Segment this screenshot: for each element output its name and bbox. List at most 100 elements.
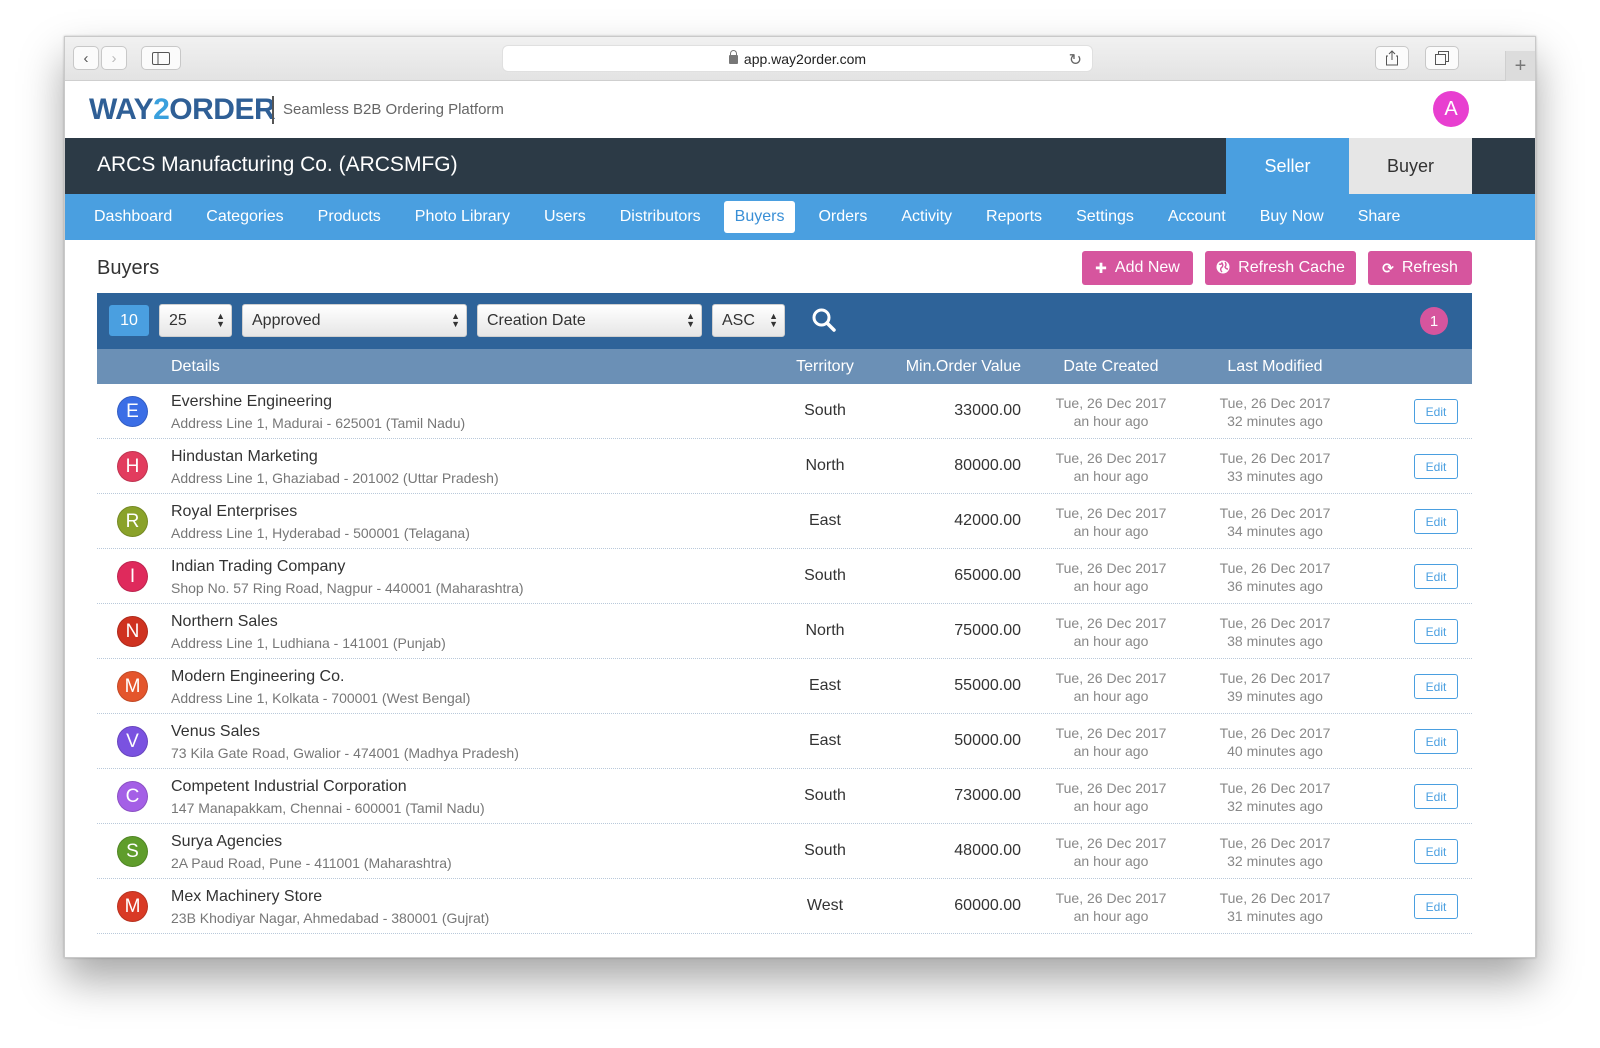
- per-page-select[interactable]: 25 ▲ ▼: [159, 304, 232, 337]
- last-modified-date: Tue, 26 Dec 2017: [1219, 670, 1331, 686]
- date-created-relative: an hour ago: [1073, 798, 1149, 814]
- buyer-min-order-value: 65000.00: [954, 567, 1021, 584]
- chevron-right-icon: ›: [111, 49, 117, 67]
- back-button[interactable]: ‹: [73, 46, 99, 70]
- edit-button[interactable]: Edit: [1414, 729, 1458, 754]
- date-created-date: Tue, 26 Dec 2017: [1055, 560, 1167, 576]
- column-header-min-order-value[interactable]: Min.Order Value: [897, 358, 1021, 376]
- buyer-name[interactable]: Modern Engineering Co.: [171, 668, 344, 686]
- sort-by-select[interactable]: Creation Date ▲ ▼: [477, 304, 702, 337]
- nav-item-dashboard[interactable]: Dashboard: [83, 201, 183, 233]
- date-created-relative: an hour ago: [1073, 633, 1149, 649]
- company-name: ARCS Manufacturing Co. (ARCSMFG): [97, 153, 458, 176]
- edit-button[interactable]: Edit: [1414, 674, 1458, 699]
- last-modified: Tue, 26 Dec 2017 32 minutes ago: [1205, 834, 1345, 870]
- buyer-address: Address Line 1, Ghaziabad - 201002 (Utta…: [171, 470, 499, 486]
- nav-item-buyers[interactable]: Buyers: [723, 201, 796, 233]
- date-created: Tue, 26 Dec 2017 an hour ago: [1041, 779, 1181, 815]
- last-modified-date: Tue, 26 Dec 2017: [1219, 450, 1331, 466]
- chevron-left-icon: ‹: [83, 49, 89, 67]
- date-created-date: Tue, 26 Dec 2017: [1055, 450, 1167, 466]
- nav-item-buy-now[interactable]: Buy Now: [1249, 201, 1335, 233]
- buyer-tab[interactable]: Buyer: [1349, 138, 1472, 194]
- edit-button[interactable]: Edit: [1414, 399, 1458, 424]
- edit-button[interactable]: Edit: [1414, 454, 1458, 479]
- status-select[interactable]: Approved ▲ ▼: [242, 304, 467, 337]
- buyer-name[interactable]: Indian Trading Company: [171, 558, 345, 576]
- edit-button[interactable]: Edit: [1414, 619, 1458, 644]
- edit-button[interactable]: Edit: [1414, 784, 1458, 809]
- buyer-name[interactable]: Northern Sales: [171, 613, 278, 631]
- tabs-button[interactable]: [1425, 46, 1459, 70]
- refresh-button[interactable]: ⟳ Refresh: [1368, 251, 1472, 285]
- buyer-name[interactable]: Hindustan Marketing: [171, 448, 318, 466]
- buyer-address: 147 Manapakkam, Chennai - 600001 (Tamil …: [171, 800, 485, 816]
- date-created-date: Tue, 26 Dec 2017: [1055, 670, 1167, 686]
- plus-icon: +: [1514, 54, 1527, 77]
- way2order-logo[interactable]: WAY2ORDER: [89, 93, 276, 127]
- buyer-address: Address Line 1, Madurai - 625001 (Tamil …: [171, 415, 466, 431]
- user-avatar[interactable]: A: [1433, 91, 1469, 127]
- last-modified-date: Tue, 26 Dec 2017: [1219, 615, 1331, 631]
- buyer-min-order-value: 48000.00: [954, 842, 1021, 859]
- globe-icon: [1216, 260, 1230, 277]
- last-modified: Tue, 26 Dec 2017 39 minutes ago: [1205, 669, 1345, 705]
- edit-button[interactable]: Edit: [1414, 509, 1458, 534]
- reload-icon[interactable]: ↻: [1069, 50, 1082, 70]
- nav-item-activity[interactable]: Activity: [890, 201, 963, 233]
- add-new-button[interactable]: ✚ Add New: [1082, 251, 1193, 285]
- seller-tab[interactable]: Seller: [1226, 138, 1349, 194]
- sidebar-toggle-button[interactable]: [141, 46, 181, 70]
- buyer-name[interactable]: Royal Enterprises: [171, 503, 297, 521]
- share-button[interactable]: [1375, 46, 1409, 70]
- tagline: Seamless B2B Ordering Platform: [283, 101, 504, 118]
- last-modified-date: Tue, 26 Dec 2017: [1219, 505, 1331, 521]
- date-created: Tue, 26 Dec 2017 an hour ago: [1041, 394, 1181, 430]
- forward-button[interactable]: ›: [101, 46, 127, 70]
- table-row: V Venus Sales 73 Kila Gate Road, Gwalior -…: [97, 714, 1472, 769]
- buyer-name[interactable]: Mex Machinery Store: [171, 888, 322, 906]
- buyer-address: Address Line 1, Ludhiana - 141001 (Punja…: [171, 635, 446, 651]
- nav-item-orders[interactable]: Orders: [807, 201, 878, 233]
- buyer-name[interactable]: Venus Sales: [171, 723, 260, 741]
- buyer-address: Address Line 1, Hyderabad - 500001 (Tela…: [171, 525, 470, 541]
- page-titlebar: Buyers ✚ Add New Refresh Cache ⟳ Refresh: [65, 240, 1535, 293]
- buyer-avatar: I: [117, 561, 148, 592]
- new-tab-button[interactable]: +: [1505, 51, 1535, 81]
- nav-item-users[interactable]: Users: [533, 201, 597, 233]
- nav-item-distributors[interactable]: Distributors: [609, 201, 712, 233]
- date-created-date: Tue, 26 Dec 2017: [1055, 395, 1167, 411]
- page-number-badge[interactable]: 1: [1420, 307, 1448, 335]
- edit-button[interactable]: Edit: [1414, 564, 1458, 589]
- buyer-name[interactable]: Competent Industrial Corporation: [171, 778, 407, 796]
- column-header-last-modified[interactable]: Last Modified: [1205, 358, 1345, 376]
- nav-item-account[interactable]: Account: [1157, 201, 1237, 233]
- edit-button[interactable]: Edit: [1414, 839, 1458, 864]
- refresh-cache-button[interactable]: Refresh Cache: [1205, 251, 1356, 285]
- column-header-details[interactable]: Details: [171, 358, 220, 376]
- column-header-territory[interactable]: Territory: [777, 358, 873, 376]
- buyer-territory: East: [808, 732, 841, 749]
- date-created-date: Tue, 26 Dec 2017: [1055, 725, 1167, 741]
- nav-item-reports[interactable]: Reports: [975, 201, 1053, 233]
- last-modified: Tue, 26 Dec 2017 40 minutes ago: [1205, 724, 1345, 760]
- buyer-territory: North: [805, 457, 845, 474]
- nav-item-share[interactable]: Share: [1347, 201, 1412, 233]
- table-row: M Modern Engineering Co. Address Line 1, K…: [97, 659, 1472, 714]
- search-icon[interactable]: [811, 307, 837, 333]
- refresh-icon: ⟳: [1382, 259, 1394, 276]
- buyer-address: Address Line 1, Kolkata - 700001 (West B…: [171, 690, 471, 706]
- column-header-date-created[interactable]: Date Created: [1041, 358, 1181, 376]
- logo-divider: [272, 96, 274, 124]
- buyer-territory: South: [804, 402, 846, 419]
- date-created: Tue, 26 Dec 2017 an hour ago: [1041, 889, 1181, 925]
- buyer-name[interactable]: Surya Agencies: [171, 833, 282, 851]
- address-bar[interactable]: app.way2order.com ↻: [502, 45, 1093, 72]
- nav-item-settings[interactable]: Settings: [1065, 201, 1145, 233]
- nav-item-products[interactable]: Products: [307, 201, 392, 233]
- nav-item-photo-library[interactable]: Photo Library: [404, 201, 521, 233]
- edit-button[interactable]: Edit: [1414, 894, 1458, 919]
- nav-item-categories[interactable]: Categories: [195, 201, 294, 233]
- buyer-name[interactable]: Evershine Engineering: [171, 393, 332, 411]
- sort-order-select[interactable]: ASC ▲ ▼: [712, 304, 785, 337]
